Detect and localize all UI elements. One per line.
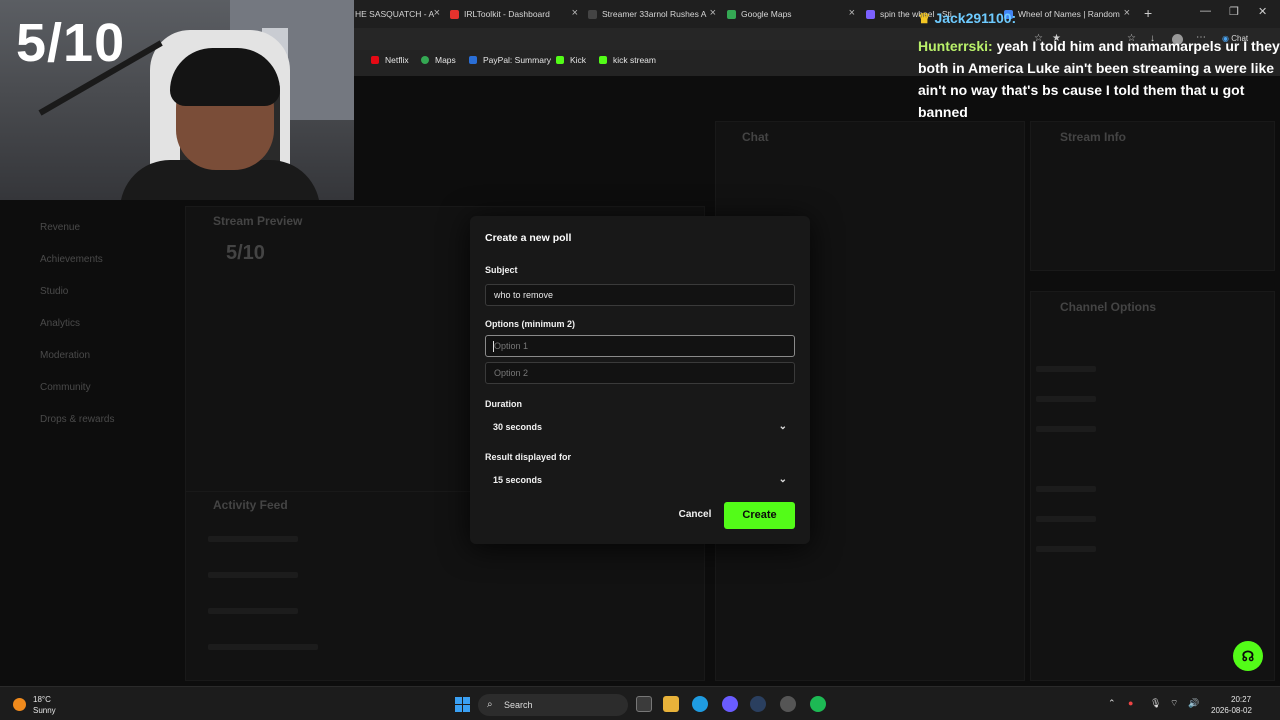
tab-favicon-icon [866,9,875,19]
edge-icon[interactable] [692,696,708,712]
dialog-title: Create a new poll [485,232,572,244]
volume-icon[interactable]: 🔊 [1188,698,1199,709]
subject-input[interactable]: who to remove [485,284,795,306]
close-icon[interactable]: × [434,7,440,19]
support-chat-icon[interactable]: ☊ [1233,641,1263,671]
steam-icon[interactable] [750,696,766,712]
crown-icon: ♛ [918,10,931,26]
sidebar-item-achievements[interactable]: Achievements [40,254,103,265]
result-duration-select[interactable]: 15 seconds ⌄ [485,469,795,491]
sidebar-item-revenue[interactable]: Revenue [40,222,80,233]
sidebar-item-community[interactable]: Community [40,382,91,393]
clock-date: 2026-08-02 [1211,706,1252,715]
spotify-icon[interactable] [810,696,826,712]
sidebar-item-studio[interactable]: Studio [40,286,68,297]
option-2-input[interactable]: Option 2 [485,362,795,384]
chat-panel-title: Chat [742,130,769,144]
create-button[interactable]: Create [724,502,795,529]
tray-app-icon[interactable]: ● [1128,698,1133,708]
task-view-icon[interactable] [636,696,652,712]
text-cursor [493,341,494,352]
close-icon[interactable]: × [572,7,578,19]
chat-username-line: ♛ Jack291100: [918,10,1017,26]
subject-label: Subject [485,265,518,275]
bookmark-paypal[interactable]: PayPal: Summary [469,55,551,65]
chevron-down-icon: ⌄ [778,474,787,485]
file-explorer-icon[interactable] [663,696,679,712]
paypal-icon [469,56,477,64]
tab-favicon-icon [588,9,597,19]
bookmark-kick[interactable]: Kick [556,55,586,65]
browser-tab[interactable]: HE SASQUATCH - A × [355,4,440,24]
duration-label: Duration [485,399,522,409]
chevron-down-icon: ⌄ [778,421,787,432]
options-label: Options (minimum 2) [485,319,575,329]
taskbar: 18°C Sunny ⌕ Search ⌃ ● 🎙 ⌔ 🔊 20:27 2026… [0,686,1280,720]
option-1-input[interactable]: Option 1 [485,335,795,357]
stream-counter: 5/10 [16,13,126,73]
browser-tab[interactable]: IRLToolkit - Dashboard × [450,4,578,24]
screen: HE SASQUATCH - A × IRLToolkit - Dashboar… [0,0,1280,720]
sidebar-item-moderation[interactable]: Moderation [40,350,90,361]
cancel-button[interactable]: Cancel [670,504,720,526]
bookmark-maps[interactable]: Maps [421,55,456,65]
wifi-icon[interactable]: ⌔ [1170,698,1178,709]
close-icon[interactable]: × [710,7,716,19]
discord-icon[interactable] [722,696,738,712]
sidebar-item-drops[interactable]: Drops & rewards [40,414,114,425]
activity-feed-title: Activity Feed [213,498,288,512]
sun-icon[interactable] [13,698,26,711]
tab-favicon-icon [727,9,736,19]
windows-start-icon[interactable] [455,697,470,712]
tab-favicon-icon [450,9,459,19]
microphone-icon[interactable]: 🎙 [1150,698,1161,709]
create-poll-dialog: Create a new poll Subject who to remove … [470,216,810,544]
netflix-icon [371,56,379,64]
result-label: Result displayed for [485,452,572,462]
kick-icon [556,56,564,64]
temperature: 18°C [33,695,51,704]
maps-icon [421,56,429,64]
channel-options-title: Channel Options [1060,300,1156,314]
chevron-up-icon[interactable]: ⌃ [1108,698,1116,709]
kick-icon [599,56,607,64]
stream-info-title: Stream Info [1060,130,1127,144]
duration-select[interactable]: 30 seconds ⌄ [485,416,795,438]
app-icon[interactable] [780,696,796,712]
search-icon: ⌕ [487,699,493,710]
bookmark-netflix[interactable]: Netflix [371,55,409,65]
chat-message: Hunterrski: yeah I told him and mamamarp… [918,38,1280,120]
preview-counter: 5/10 [226,242,265,264]
taskbar-search[interactable]: ⌕ Search [478,694,628,716]
bookmark-kick-stream[interactable]: kick stream [599,55,656,65]
clock-time: 20:27 [1231,695,1252,704]
weather-description: Sunny [33,706,56,715]
sidebar-item-analytics[interactable]: Analytics [40,318,80,329]
browser-tab[interactable]: Streamer 33arnol Rushes A × [588,4,716,24]
close-icon[interactable]: × [849,7,855,19]
browser-tab[interactable]: Google Maps × [727,4,855,24]
stream-preview-title: Stream Preview [213,214,303,228]
chat-overlay: ♛ Jack291100: Hunterrski: yeah I told hi… [918,10,1280,123]
